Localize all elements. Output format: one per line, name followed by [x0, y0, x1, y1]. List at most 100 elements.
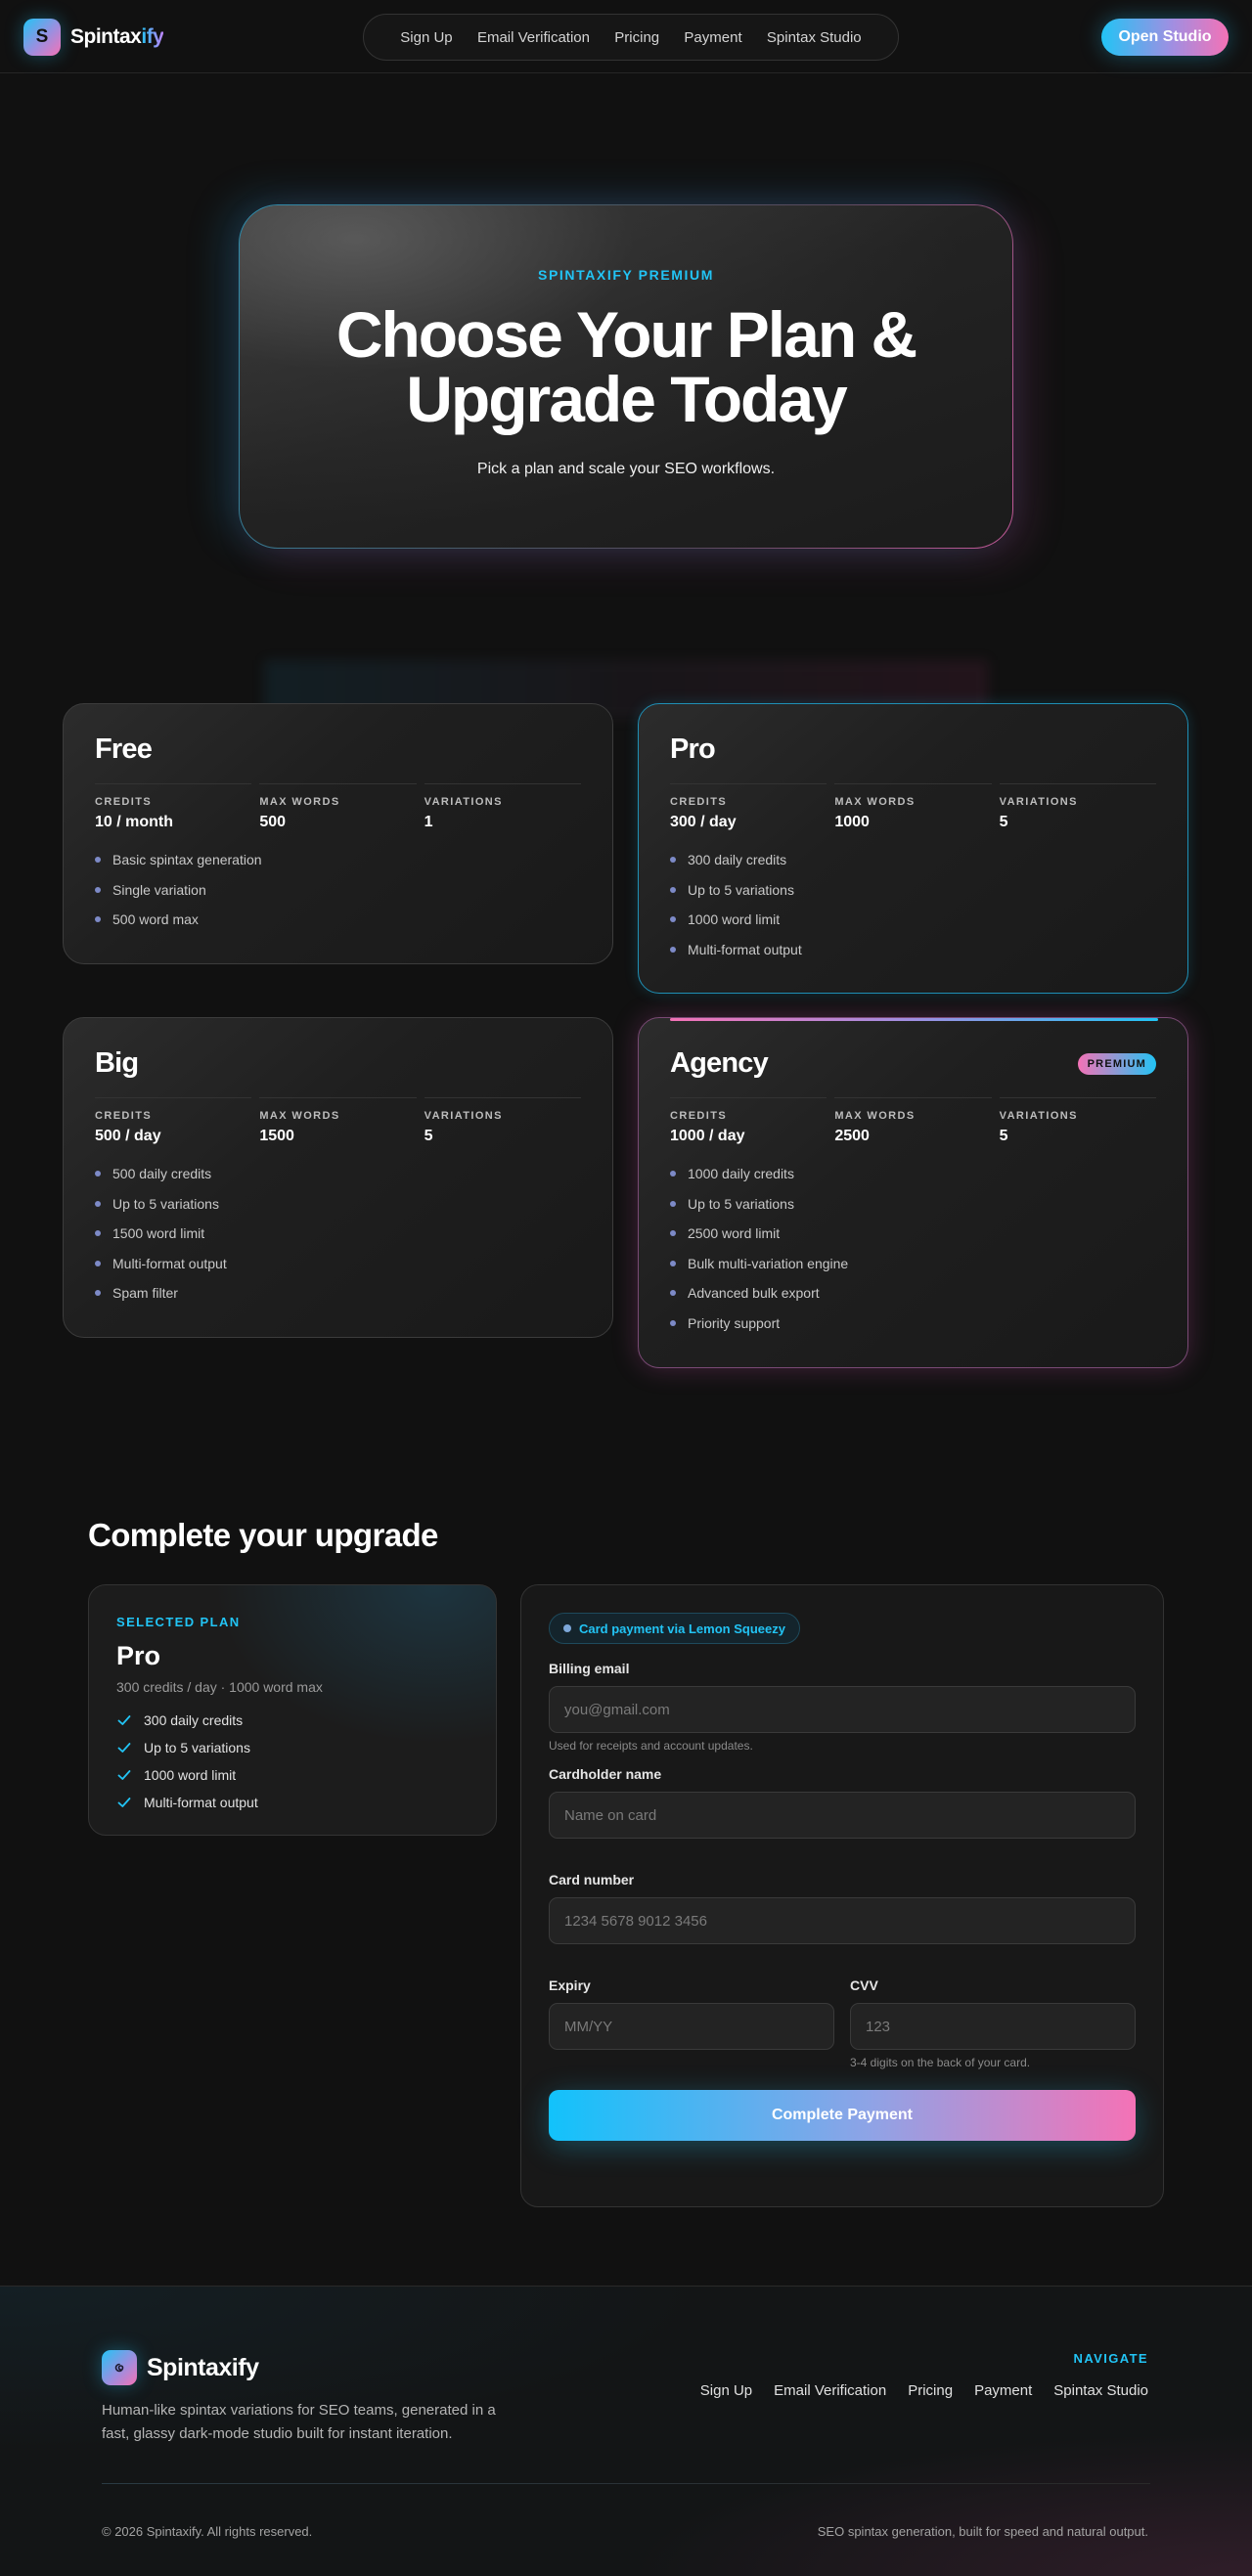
bullet-icon [95, 886, 101, 893]
plan-card-free[interactable]: Free CREDITS 10 / month MAX WORDS 500 VARI… [63, 703, 613, 964]
stat-label: MAX WORDS [259, 796, 340, 808]
footer-link-payment[interactable]: Payment [974, 2382, 1032, 2399]
stat-label: VARIATIONS [424, 796, 503, 808]
feature-list: Basic spintax generation Single variatio… [95, 845, 581, 935]
stat-max-words: MAX WORDS 500 [259, 783, 417, 831]
footer-brand-logo[interactable]: Spintaxify [102, 2350, 259, 2385]
plan-stats: CREDITS 10 / month MAX WORDS 500 VARIATION… [95, 783, 581, 831]
bullet-icon [670, 1290, 676, 1297]
bullet-icon [95, 857, 101, 864]
stat-label: CREDITS [670, 1110, 728, 1122]
plan-stats: CREDITS 1000 / day MAX WORDS 2500 VARIATIO… [670, 1097, 1156, 1145]
hero-card: SPINTAXIFY PREMIUM Choose Your Plan & Up… [239, 204, 1013, 549]
check-icon [117, 1798, 131, 1807]
feature-text: 1000 word limit [688, 911, 781, 928]
billing-email-input[interactable] [549, 1686, 1136, 1733]
stat-label: CREDITS [670, 796, 728, 808]
selected-plan-summary: SELECTED PLAN Pro 300 credits / day · 10… [88, 1584, 497, 1836]
feature-item: Up to 5 variations [95, 1189, 581, 1220]
feature-text: Up to 5 variations [112, 1195, 219, 1212]
payment-provider-pill: Card payment via Lemon Squeezy [549, 1613, 800, 1644]
feature-item: 300 daily credits [670, 845, 1156, 875]
plan-card-big[interactable]: Big CREDITS 500 / day MAX WORDS 1500 VARIA… [63, 1017, 613, 1338]
feature-text: 1000 daily credits [688, 1166, 794, 1182]
plan-name: Pro [670, 733, 716, 765]
billing-email-help: Used for receipts and account updates. [549, 1739, 753, 1753]
footer-nav: Sign Up Email Verification Pricing Payme… [700, 2382, 1148, 2399]
bullet-icon [670, 886, 676, 893]
plan-card-pro[interactable]: Pro CREDITS 300 / day MAX WORDS 1000 VARIA… [638, 703, 1188, 994]
nav-link-email-verification[interactable]: Email Verification [477, 29, 590, 46]
feature-item: Spam filter [95, 1278, 581, 1309]
bullet-icon [670, 1230, 676, 1237]
expiry-label: Expiry [549, 1977, 591, 1993]
footer-link-email-verification[interactable]: Email Verification [774, 2382, 886, 2399]
footer-link-spintax-studio[interactable]: Spintax Studio [1053, 2382, 1148, 2399]
feature-text: Basic spintax generation [112, 852, 262, 868]
feature-list: 500 daily credits Up to 5 variations 150… [95, 1159, 581, 1309]
site-footer: Spintaxify Human-like spintax variations… [0, 2286, 1252, 2576]
bullet-icon [670, 1200, 676, 1207]
stat-value: 5 [999, 814, 1008, 830]
stat-credits: CREDITS 1000 / day [670, 1097, 827, 1145]
footer-tagline: SEO spintax generation, built for speed … [817, 2524, 1148, 2539]
premium-badge: PREMIUM [1077, 1053, 1156, 1075]
footer-link-pricing[interactable]: Pricing [908, 2382, 953, 2399]
feature-item: 500 word max [95, 905, 581, 935]
stat-value: 500 [259, 814, 287, 830]
stat-value: 300 / day [670, 814, 737, 830]
nav-link-pricing[interactable]: Pricing [614, 29, 659, 46]
feature-item: Priority support [670, 1309, 1156, 1339]
nav-link-sign-up[interactable]: Sign Up [400, 29, 452, 46]
plan-card-agency[interactable]: Agency PREMIUM CREDITS 1000 / day MAX WOR… [638, 1017, 1188, 1368]
feature-item: 1000 daily credits [670, 1159, 1156, 1189]
cardholder-name-input[interactable] [549, 1792, 1136, 1839]
stat-value: 2500 [834, 1128, 870, 1144]
card-number-input[interactable] [549, 1897, 1136, 1944]
feature-text: Single variation [112, 881, 206, 898]
stat-label: MAX WORDS [834, 1110, 916, 1122]
expiry-input[interactable] [549, 2003, 834, 2050]
feature-list: 300 daily credits Up to 5 variations 100… [670, 845, 1156, 964]
stat-label: VARIATIONS [424, 1110, 503, 1122]
stat-label: MAX WORDS [259, 1110, 340, 1122]
bullet-icon [670, 1171, 676, 1177]
nav-link-spintax-studio[interactable]: Spintax Studio [767, 29, 862, 46]
payment-form: Card payment via Lemon Squeezy Billing e… [520, 1584, 1164, 2207]
stat-label: VARIATIONS [999, 1110, 1078, 1122]
main-nav: Sign Up Email Verification Pricing Payme… [363, 14, 899, 61]
footer-link-sign-up[interactable]: Sign Up [700, 2382, 752, 2399]
feature-item: Up to 5 variations [670, 875, 1156, 906]
stat-value: 1000 [834, 814, 870, 830]
footer-divider [102, 2483, 1150, 2484]
stat-variations: VARIATIONS 5 [999, 1097, 1156, 1145]
feature-text: Up to 5 variations [688, 1195, 794, 1212]
stat-credits: CREDITS 10 / month [95, 783, 252, 831]
bullet-icon [670, 857, 676, 864]
footer-nav-title: NAVIGATE [1073, 2351, 1148, 2366]
hero-title: Choose Your Plan & Upgrade Today [335, 298, 917, 435]
feature-text: Up to 5 variations [688, 881, 794, 898]
check-icon [117, 1743, 131, 1753]
cvv-input[interactable] [850, 2003, 1136, 2050]
feature-text: 1500 word limit [112, 1225, 205, 1242]
complete-payment-button[interactable]: Complete Payment [549, 2090, 1136, 2141]
summary-description: 300 credits / day · 1000 word max [116, 1679, 323, 1695]
stat-label: VARIATIONS [999, 796, 1078, 808]
open-studio-button[interactable]: Open Studio [1101, 19, 1229, 56]
plan-stats: CREDITS 500 / day MAX WORDS 1500 VARIATION… [95, 1097, 581, 1145]
check-item: Multi-format output [116, 1789, 469, 1816]
cardholder-name-label: Cardholder name [549, 1766, 662, 1782]
summary-checklist: 300 daily credits Up to 5 variations 100… [116, 1707, 469, 1816]
stat-value: 5 [999, 1128, 1008, 1144]
stat-max-words: MAX WORDS 1000 [834, 783, 992, 831]
stat-label: CREDITS [95, 796, 153, 808]
billing-email-group: Billing email Used for receipts and acco… [549, 1661, 1136, 1753]
stat-value: 5 [424, 1128, 433, 1144]
check-text: Up to 5 variations [144, 1740, 250, 1755]
bullet-icon [670, 1319, 676, 1326]
nav-link-payment[interactable]: Payment [684, 29, 741, 46]
brand-logo[interactable]: S Spintaxify [23, 19, 164, 56]
feature-text: Advanced bulk export [688, 1285, 820, 1302]
footer-brand-name: Spintaxify [147, 2353, 259, 2381]
